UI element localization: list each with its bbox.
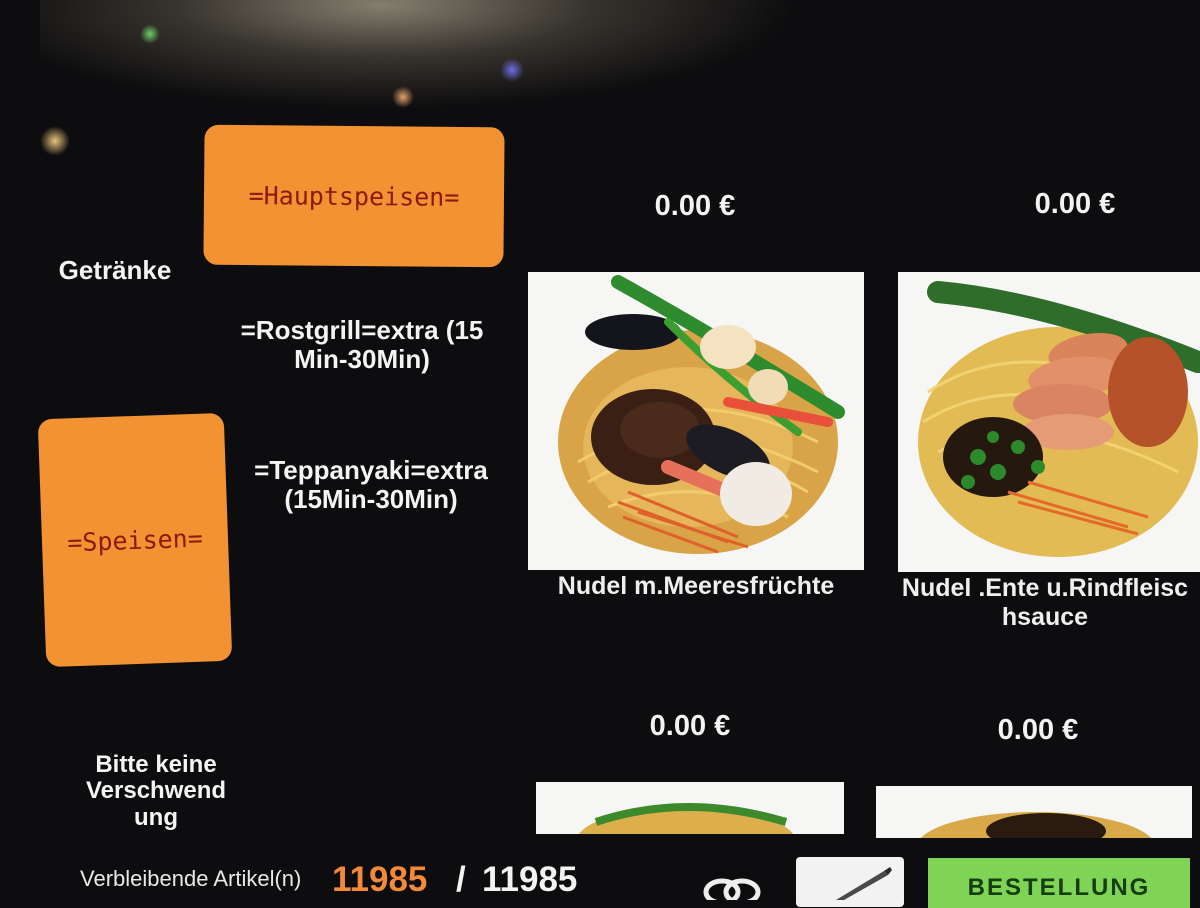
category-main-courses-label: =Hauptspeisen=	[248, 180, 460, 212]
category-grill[interactable]: =Rostgrill=extra (15 Min-30Min)	[222, 316, 502, 373]
light-bokeh	[392, 86, 414, 108]
product-name-line1: Nudel m.Meeresfrüchte	[557, 572, 835, 600]
count-separator: /	[456, 860, 466, 899]
total-items-count: 11985	[482, 860, 578, 899]
order-button[interactable]: BESTELLUNG	[928, 858, 1190, 908]
product-name: Nudel m.Meeresfrüchte	[528, 572, 864, 601]
product-name: Nudel .Ente u.Rindfleisc hsauce	[890, 574, 1200, 632]
noodles-seafood-photo	[558, 275, 845, 554]
link-icon[interactable]	[700, 876, 764, 906]
ceiling-light-reflection	[40, 0, 800, 110]
category-teppanyaki[interactable]: =Teppanyaki=extra (15Min-30Min)	[236, 456, 506, 513]
category-grill-line2: Min-30Min)	[294, 343, 430, 374]
noodles-photo	[578, 803, 794, 834]
notice-line1: Bitte keine	[95, 751, 217, 778]
category-drinks[interactable]: Getränke	[52, 256, 178, 285]
category-dishes-label: =Speisen=	[66, 523, 204, 557]
category-teppanyaki-line2: (15Min-30Min)	[284, 483, 458, 514]
product-price: 0.00 €	[997, 714, 1079, 746]
product-image[interactable]	[876, 786, 1192, 838]
noodles-duck-beef-photo	[918, 281, 1200, 557]
product-price: 0.00 €	[649, 710, 731, 742]
product-name-line2: hsauce	[1001, 602, 1089, 631]
notice-line2: Verschwend	[85, 777, 227, 805]
product-image[interactable]	[898, 272, 1200, 572]
light-bokeh	[40, 126, 70, 156]
notice-line3: ung	[134, 803, 178, 831]
notice-no-waste: Bitte keine Verschwend ung	[76, 751, 236, 831]
product-image[interactable]	[528, 272, 864, 570]
product-image[interactable]	[536, 782, 844, 834]
category-teppanyaki-line1: =Teppanyaki=extra	[254, 455, 488, 485]
category-grill-line1: =Rostgrill=extra (15	[240, 315, 484, 345]
light-bokeh	[500, 58, 524, 82]
product-price: 0.00 €	[654, 190, 736, 222]
product-price: 0.00 €	[1034, 188, 1116, 220]
category-dishes-button[interactable]: =Speisen=	[37, 412, 233, 668]
pen-icon	[836, 867, 892, 900]
remaining-items-count: 11985	[332, 860, 428, 899]
product-name-line1: Nudel .Ente u.Rindfleisc	[901, 574, 1189, 602]
noodles-photo	[920, 812, 1152, 838]
category-main-courses-button[interactable]: =Hauptspeisen=	[203, 124, 505, 268]
remaining-items-label: Verbleibende Artikel(n)	[80, 866, 302, 891]
light-bokeh	[140, 24, 160, 44]
order-button-label: BESTELLUNG	[967, 874, 1151, 901]
